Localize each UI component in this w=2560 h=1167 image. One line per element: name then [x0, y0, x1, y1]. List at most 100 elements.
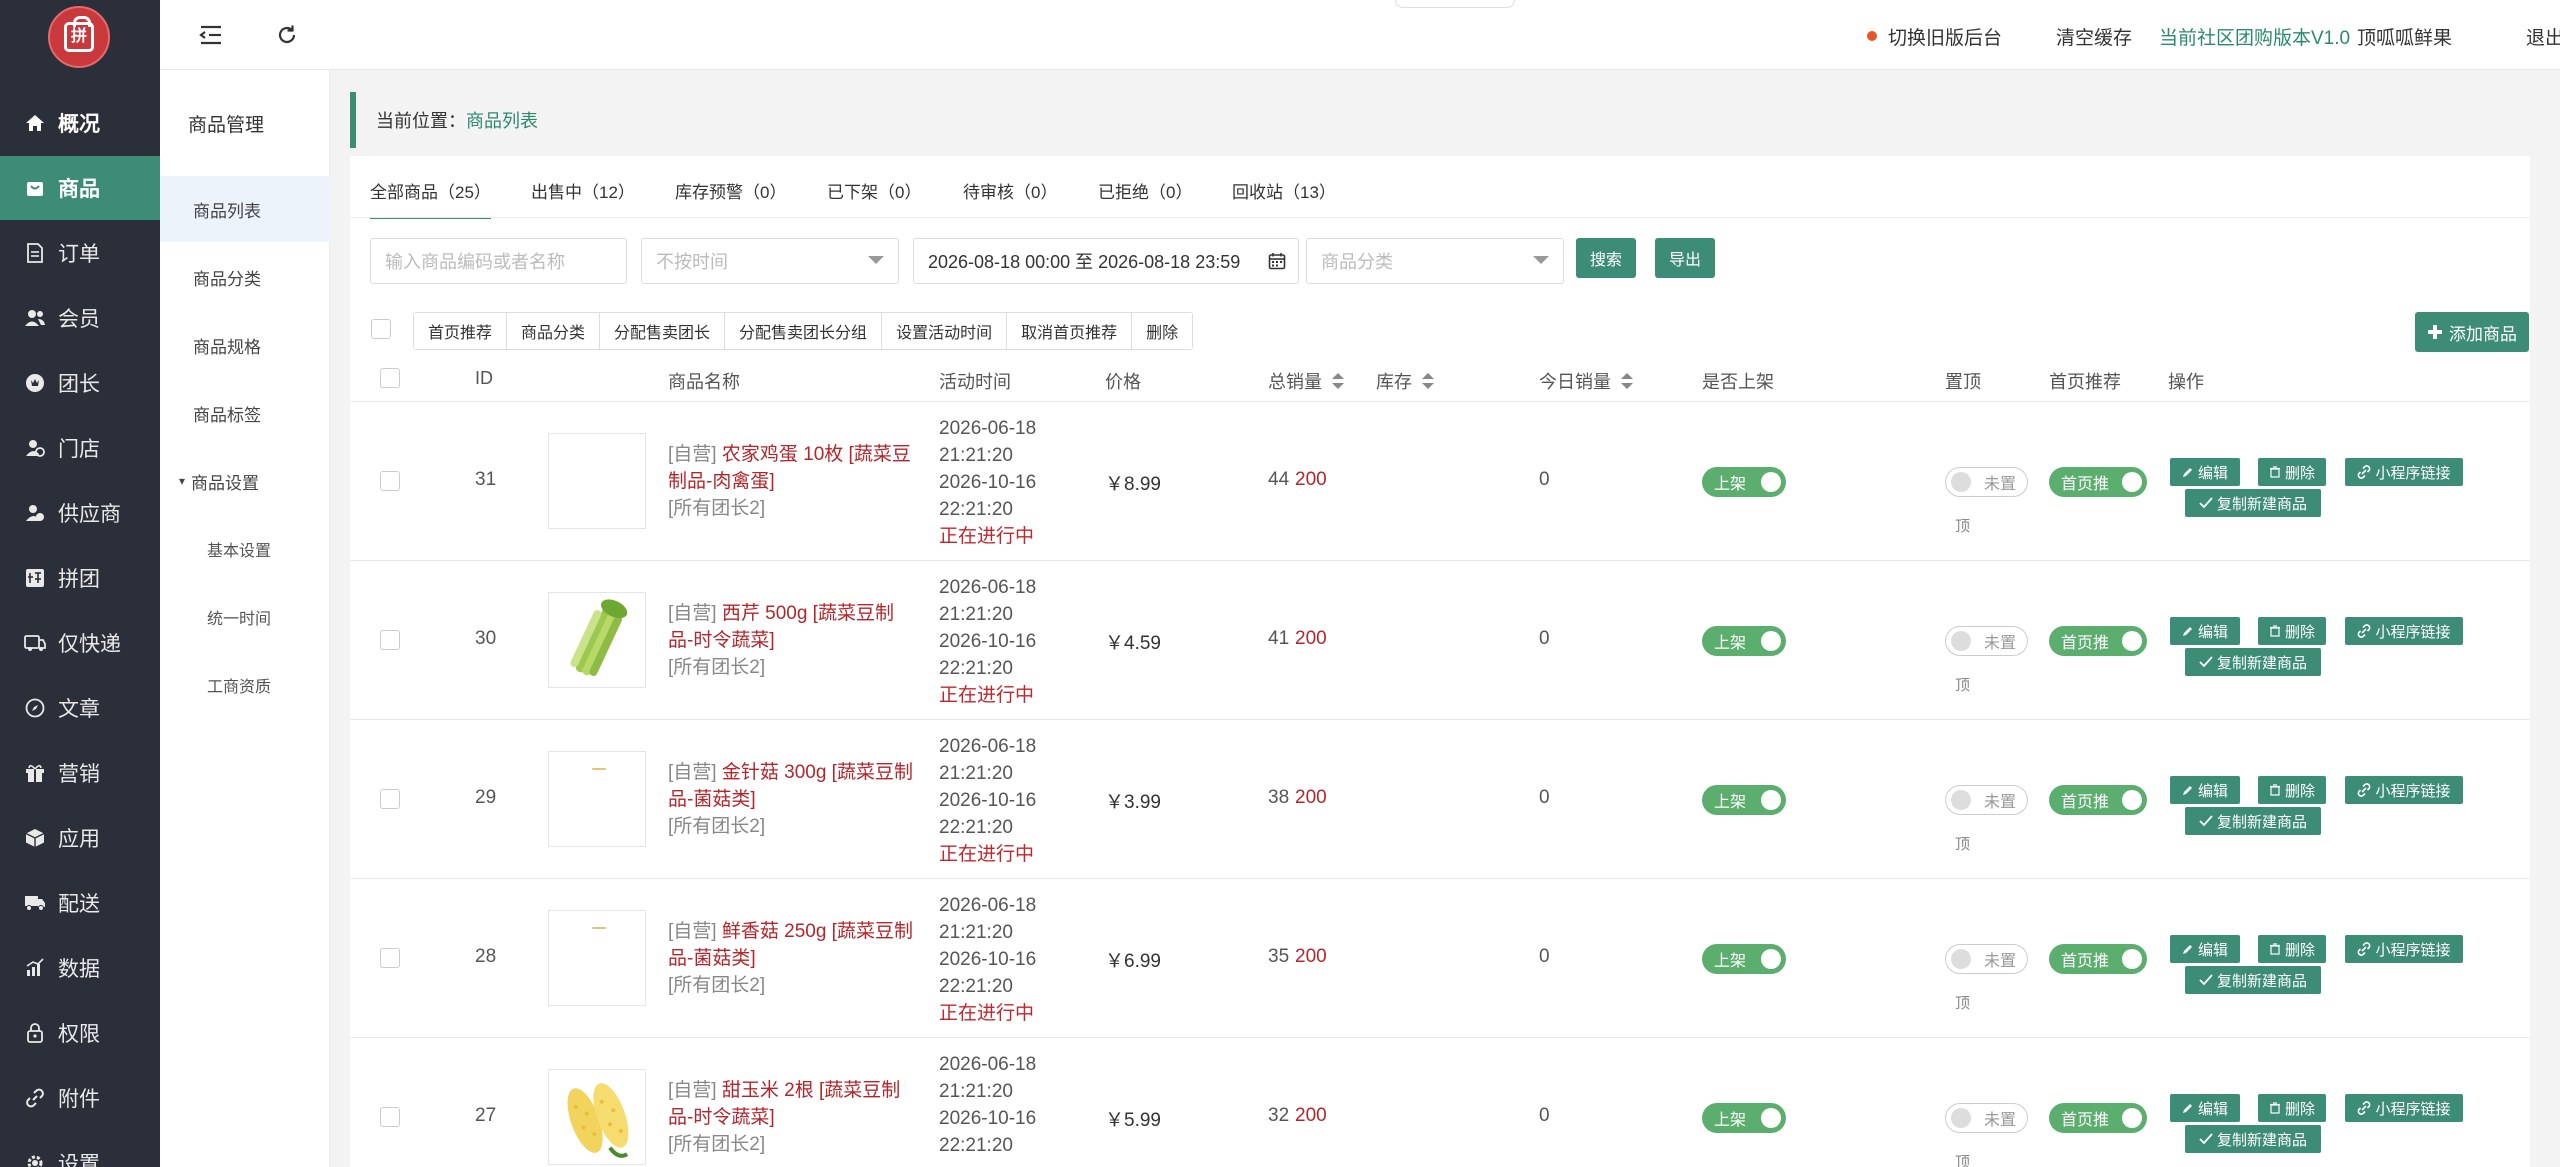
mini-program-link-button[interactable]: 小程序链接: [2345, 935, 2463, 963]
tab-stock-warning[interactable]: 库存预警（0）: [675, 178, 786, 203]
row-checkbox[interactable]: [380, 630, 400, 650]
sidebar-item-14[interactable]: 权限: [0, 1001, 160, 1065]
subnav-item-business-license[interactable]: 工商资质: [160, 652, 330, 718]
delete-button[interactable]: 删除: [2258, 458, 2326, 486]
search-button[interactable]: 搜索: [1576, 238, 1636, 278]
product-name[interactable]: [自营] 金针菇 300g [蔬菜豆制品-菌菇类] [所有团长2]: [668, 759, 918, 840]
sidebar-item-15[interactable]: 附件: [0, 1066, 160, 1130]
edit-button[interactable]: 编辑: [2170, 935, 2240, 963]
bulk-home-recommend-button[interactable]: 首页推荐: [414, 313, 508, 349]
product-thumbnail[interactable]: [548, 910, 646, 1006]
sidebar-item-1[interactable]: 商品: [0, 156, 160, 220]
category-filter-select[interactable]: 商品分类: [1306, 238, 1564, 284]
product-name[interactable]: [自营] 西芹 500g [蔬菜豆制品-时令蔬菜] [所有团长2]: [668, 600, 918, 681]
add-product-button[interactable]: 添加商品: [2415, 312, 2529, 352]
clear-cache-link[interactable]: 清空缓存: [2056, 23, 2132, 50]
pin-top-toggle[interactable]: 未置: [1945, 626, 2028, 656]
tab-all-products[interactable]: 全部商品（25）: [370, 178, 491, 219]
time-filter-select[interactable]: 不按时间: [641, 238, 899, 284]
copy-new-product-button[interactable]: 复制新建商品: [2185, 648, 2321, 676]
pin-top-toggle[interactable]: 未置: [1945, 467, 2028, 497]
subnav-item-category[interactable]: 商品分类: [160, 244, 330, 310]
sidebar-item-5[interactable]: 门店: [0, 416, 160, 480]
product-thumbnail[interactable]: [548, 592, 646, 688]
sidebar-item-13[interactable]: 数据: [0, 936, 160, 1000]
copy-new-product-button[interactable]: 复制新建商品: [2185, 1125, 2321, 1153]
menu-collapse-icon[interactable]: [198, 22, 224, 48]
row-checkbox[interactable]: [380, 948, 400, 968]
sidebar-item-9[interactable]: 文章: [0, 676, 160, 740]
delete-button[interactable]: 删除: [2258, 1094, 2326, 1122]
bulk-cancel-recommend-button[interactable]: 取消首页推荐: [1007, 313, 1133, 349]
row-checkbox[interactable]: [380, 1107, 400, 1127]
keyword-search-input[interactable]: 输入商品编码或者名称: [370, 238, 627, 284]
date-range-input[interactable]: 2026-08-18 00:00 至 2026-08-18 23:59: [913, 238, 1299, 284]
logout-link[interactable]: 退出: [2526, 23, 2560, 50]
subnav-item-spec[interactable]: 商品规格: [160, 312, 330, 378]
tab-off-shelf[interactable]: 已下架（0）: [827, 178, 921, 203]
mini-program-link-button[interactable]: 小程序链接: [2345, 776, 2463, 804]
bulk-select-checkbox[interactable]: [371, 319, 391, 339]
product-name[interactable]: [自营] 甜玉米 2根 [蔬菜豆制品-时令蔬菜] [所有团长2]: [668, 1077, 918, 1158]
delete-button[interactable]: 删除: [2258, 935, 2326, 963]
copy-new-product-button[interactable]: 复制新建商品: [2185, 966, 2321, 994]
row-checkbox[interactable]: [380, 471, 400, 491]
delete-button[interactable]: 删除: [2258, 617, 2326, 645]
copy-new-product-button[interactable]: 复制新建商品: [2185, 807, 2321, 835]
row-checkbox[interactable]: [380, 789, 400, 809]
product-thumbnail[interactable]: [548, 751, 646, 847]
on-shelf-toggle[interactable]: 上架: [1702, 467, 1786, 497]
mini-program-link-button[interactable]: 小程序链接: [2345, 458, 2463, 486]
home-recommend-toggle[interactable]: 首页推: [2049, 1103, 2147, 1133]
copy-new-product-button[interactable]: 复制新建商品: [2185, 489, 2321, 517]
edit-button[interactable]: 编辑: [2170, 458, 2240, 486]
sidebar-item-12[interactable]: 配送: [0, 871, 160, 935]
pin-top-toggle[interactable]: 未置: [1945, 785, 2028, 815]
tab-on-sale[interactable]: 出售中（12）: [531, 178, 635, 203]
edit-button[interactable]: 编辑: [2170, 776, 2240, 804]
select-all-checkbox[interactable]: [380, 368, 400, 388]
pin-top-toggle[interactable]: 未置: [1945, 944, 2028, 974]
home-recommend-toggle[interactable]: 首页推: [2049, 626, 2147, 656]
subnav-item-basic-settings[interactable]: 基本设置: [160, 516, 330, 582]
on-shelf-toggle[interactable]: 上架: [1702, 626, 1786, 656]
breadcrumb-current[interactable]: 商品列表: [466, 107, 538, 133]
col-stock[interactable]: 库存: [1376, 368, 1434, 394]
app-logo[interactable]: 拼: [48, 6, 110, 68]
delete-button[interactable]: 删除: [2258, 776, 2326, 804]
shop-name-link[interactable]: 顶呱呱鲜果: [2357, 23, 2452, 50]
pin-top-toggle[interactable]: 未置: [1945, 1103, 2028, 1133]
on-shelf-toggle[interactable]: 上架: [1702, 1103, 1786, 1133]
switch-old-admin-link[interactable]: 切换旧版后台: [1888, 23, 2002, 50]
col-total-sales[interactable]: 总销量: [1268, 368, 1344, 394]
sidebar-item-11[interactable]: 应用: [0, 806, 160, 870]
subnav-item-tags[interactable]: 商品标签: [160, 380, 330, 446]
subnav-item-settings[interactable]: 商品设置: [160, 448, 330, 514]
bulk-assign-leader-group-button[interactable]: 分配售卖团长分组: [725, 313, 883, 349]
home-recommend-toggle[interactable]: 首页推: [2049, 785, 2147, 815]
product-name[interactable]: [自营] 鲜香菇 250g [蔬菜豆制品-菌菇类] [所有团长2]: [668, 918, 918, 999]
tab-pending-review[interactable]: 待审核（0）: [963, 178, 1057, 203]
sidebar-item-0[interactable]: 概况: [0, 91, 160, 155]
product-thumbnail[interactable]: [548, 433, 646, 529]
tab-rejected[interactable]: 已拒绝（0）: [1098, 178, 1192, 203]
sidebar-item-8[interactable]: 仅快递: [0, 611, 160, 675]
sidebar-item-10[interactable]: 营销: [0, 741, 160, 805]
on-shelf-toggle[interactable]: 上架: [1702, 785, 1786, 815]
home-recommend-toggle[interactable]: 首页推: [2049, 467, 2147, 497]
edit-button[interactable]: 编辑: [2170, 617, 2240, 645]
edit-button[interactable]: 编辑: [2170, 1094, 2240, 1122]
bulk-assign-leader-button[interactable]: 分配售卖团长: [600, 313, 726, 349]
version-link[interactable]: 当前社区团购版本V1.0: [2159, 23, 2350, 50]
sidebar-item-4[interactable]: 团长: [0, 351, 160, 415]
sidebar-item-16[interactable]: 设置: [0, 1131, 160, 1167]
on-shelf-toggle[interactable]: 上架: [1702, 944, 1786, 974]
product-thumbnail[interactable]: [548, 1069, 646, 1165]
sidebar-item-3[interactable]: 会员: [0, 286, 160, 350]
bulk-delete-button[interactable]: 删除: [1132, 313, 1193, 349]
export-button[interactable]: 导出: [1655, 238, 1715, 278]
subnav-item-product-list[interactable]: 商品列表: [160, 176, 330, 242]
sidebar-item-6[interactable]: 供应商: [0, 481, 160, 545]
tab-recycle-bin[interactable]: 回收站（13）: [1232, 178, 1336, 203]
bulk-set-time-button[interactable]: 设置活动时间: [882, 313, 1008, 349]
